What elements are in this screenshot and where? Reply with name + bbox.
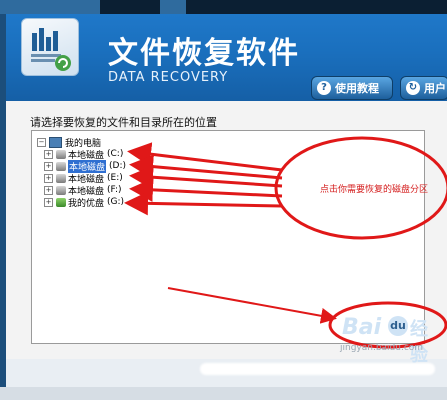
tree-item-drive: (E:) [107,173,123,183]
computer-icon [49,136,62,148]
drive-icon [56,185,66,195]
tree-item-drive: (G:) [107,197,125,207]
tree-item-drive: (F:) [107,185,122,195]
usb-drive-icon [56,197,66,207]
app-logo-icon [21,18,79,76]
tree-item-drive: (C:) [107,149,124,159]
paw-icon: du [388,316,408,336]
expand-icon[interactable]: + [44,161,53,171]
collapse-icon[interactable]: − [37,137,46,147]
annotation-text: 点击你需要恢复的磁盘分区 [320,185,429,195]
blurred-region [200,363,435,375]
expand-icon[interactable]: + [44,185,53,195]
tutorial-button-label: 使用教程 [335,82,379,95]
tree-item-drive-e[interactable]: + 本地磁盘 (E:) [44,172,123,185]
user-button[interactable]: ↻ 用户 [400,76,447,100]
watermark-url: jingyan.baidu.com [340,343,424,353]
drive-icon [56,173,66,183]
app-title: 文件恢复软件 [108,36,300,71]
watermark-brand: Bai [342,315,382,340]
window-bottom-edge [0,387,447,400]
expand-icon[interactable]: + [44,197,53,207]
tree-root-my-computer[interactable]: − 我的电脑 [37,136,101,149]
window-top-strip [0,0,447,14]
app-subtitle: DATA RECOVERY [108,70,229,85]
user-button-label: 用户 [424,82,446,95]
expand-icon[interactable]: + [44,149,53,159]
tree-item-drive-c[interactable]: + 本地磁盘 (C:) [44,148,124,161]
tree-item-drive: (D:) [109,161,127,171]
instruction-text: 请选择要恢复的文件和目录所在的位置 [30,116,217,129]
tree-item-drive-d[interactable]: + 本地磁盘 (D:) [44,159,127,173]
expand-icon[interactable]: + [44,173,53,183]
tree-item-label: 我的优盘 [68,198,105,209]
drive-icon [56,161,66,171]
tutorial-button[interactable]: ? 使用教程 [311,76,393,100]
question-icon: ? [317,81,331,95]
tree-item-drive-g[interactable]: + 我的优盘 (G:) [44,196,125,209]
drive-icon [56,149,66,159]
refresh-icon: ↻ [406,81,420,95]
tree-item-drive-f[interactable]: + 本地磁盘 (F:) [44,184,122,197]
watermark-brand-2: 经验 [410,319,428,366]
